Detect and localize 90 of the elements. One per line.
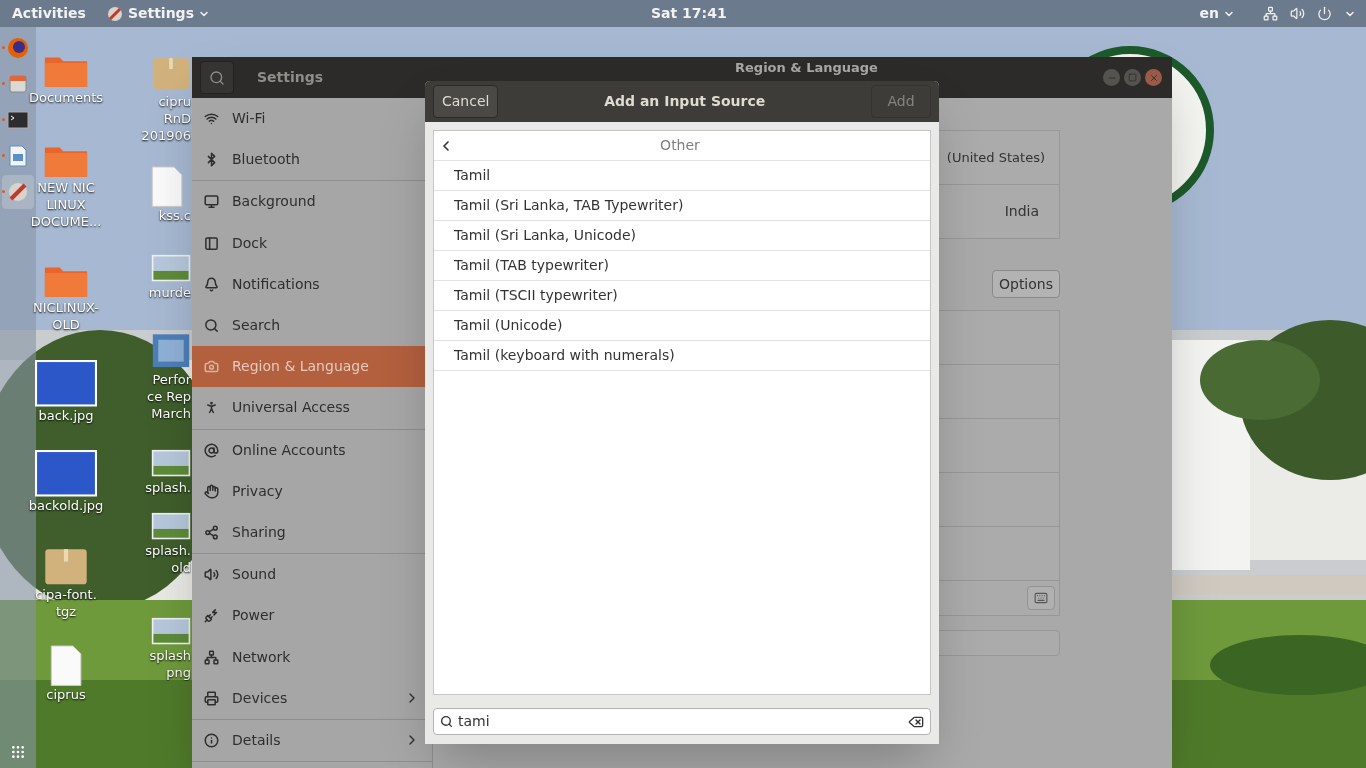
desktop-icon-label: splash. <box>145 479 191 497</box>
sidebar-item-icon <box>204 318 219 334</box>
desktop-icon[interactable]: backold.jpg <box>26 450 106 514</box>
sidebar-item-icon <box>204 567 219 583</box>
input-source-item[interactable]: Tamil (Unicode) <box>434 311 930 341</box>
sidebar-item-icon <box>204 649 219 665</box>
sidebar-item-icon <box>204 524 219 540</box>
desktop-icon[interactable]: Perfor ce Rep March <box>134 330 191 423</box>
apps-grid-icon[interactable] <box>10 744 26 760</box>
desktop-icon-label: splash. <box>145 542 191 560</box>
input-source-item[interactable]: Tamil (TSCII typewriter) <box>434 281 930 311</box>
dock-app-button[interactable] <box>2 175 34 209</box>
desktop-icon-label: Documents <box>28 88 104 106</box>
desktop-icon-label: murde <box>148 284 191 302</box>
input-source-item[interactable]: Tamil (Sri Lanka, TAB Typewriter) <box>434 191 930 221</box>
keyboard-icon <box>1034 591 1048 605</box>
desktop-icon-label: splash <box>149 647 191 665</box>
volume-icon[interactable] <box>1290 6 1305 21</box>
desktop-icon[interactable]: splash. <box>134 447 191 497</box>
input-source-item[interactable]: Tamil (keyboard with numerals) <box>434 341 930 371</box>
formats-value[interactable]: India <box>1004 201 1039 222</box>
browser-icon <box>7 37 29 59</box>
sidebar-item-icon <box>204 483 219 499</box>
desktop-icon-label: March <box>151 405 191 423</box>
desktop-icon[interactable]: splash png <box>134 615 191 682</box>
minimize-button[interactable] <box>1103 69 1120 86</box>
sidebar-item-icon <box>204 276 219 292</box>
desktop-icon-label: back.jpg <box>38 406 94 424</box>
close-icon <box>1148 72 1159 83</box>
network-icon[interactable] <box>1263 6 1278 21</box>
file-icon <box>151 166 184 208</box>
input-source-item[interactable]: Tamil <box>434 161 930 191</box>
sidebar-item-icon <box>204 194 219 210</box>
desktop-icon-label: tgz <box>55 603 77 621</box>
image-thumbnail-icon <box>35 450 97 497</box>
keyboard-layout-label: en <box>1199 4 1219 23</box>
desktop-icon-label: ce Rep <box>147 388 191 406</box>
list-back-row[interactable]: Other <box>434 131 930 161</box>
desktop-icon-label: NEW NIC <box>37 178 95 196</box>
sidebar-item-icon <box>204 235 219 251</box>
maximize-button[interactable] <box>1124 69 1141 86</box>
document-icon <box>9 145 27 167</box>
desktop-icon-label: OLD <box>52 315 80 333</box>
maximize-icon <box>1128 73 1137 82</box>
sidebar-item-icon <box>204 111 219 127</box>
input-source-item[interactable]: Tamil (TAB typewriter) <box>434 251 930 281</box>
app-menu[interactable]: Settings <box>105 3 210 24</box>
language-value[interactable]: (United States) <box>946 147 1045 168</box>
desktop-icon-label: NICLINUX- <box>33 298 99 316</box>
settings-app-icon <box>6 180 30 204</box>
file-icon <box>49 645 83 687</box>
sidebar-item-icon <box>204 442 219 458</box>
settings-app-icon <box>105 4 124 23</box>
file-cabinet-icon <box>8 74 28 94</box>
desktop-icon-label: DOCUME... <box>30 212 102 230</box>
desktop-icon-label: LINUX <box>46 195 86 213</box>
keyboard-button[interactable] <box>1027 586 1055 610</box>
sidebar-item-icon <box>204 359 219 375</box>
options-button[interactable]: Options <box>991 270 1060 298</box>
search-icon <box>440 715 453 728</box>
search-field[interactable]: tami <box>433 708 931 735</box>
page-title: Region & Language <box>735 59 878 76</box>
clock[interactable]: Sat 17:41 <box>651 3 727 24</box>
image-thumbnail-icon <box>35 360 97 407</box>
close-button[interactable] <box>1145 69 1162 86</box>
sidebar-item-icon <box>204 732 219 748</box>
input-source-item[interactable]: Tamil (Sri Lanka, Unicode) <box>434 221 930 251</box>
desktop-icon[interactable]: ciprus <box>26 645 106 704</box>
desktop-icon-label: png <box>166 664 191 682</box>
desktop-icon-label: backold.jpg <box>28 496 104 514</box>
desktop-icon-label: kss.c <box>158 207 191 225</box>
search-icon <box>209 69 225 86</box>
sidebar-item-icon <box>204 400 219 416</box>
window-title: Settings <box>257 68 324 87</box>
desktop-icon[interactable]: back.jpg <box>26 360 106 424</box>
keyboard-layout-menu[interactable]: en <box>1199 3 1235 24</box>
dialog-title: Add an Input Source <box>603 92 767 111</box>
app-menu-label: Settings <box>127 4 194 23</box>
power-icon[interactable] <box>1317 6 1332 21</box>
search-button[interactable] <box>200 61 234 94</box>
desktop-icon-label: ciprus <box>46 686 86 704</box>
sidebar-item-icon <box>204 608 219 624</box>
desktop-icon-label: Perfor <box>152 371 191 389</box>
desktop-icon-label: RnD <box>163 110 191 128</box>
sidebar-item-icon <box>204 690 219 706</box>
cancel-button[interactable]: Cancel <box>433 85 499 118</box>
activities-button[interactable]: Activities <box>0 3 98 24</box>
terminal-icon <box>7 111 29 129</box>
desktop-icon-label: 201906 <box>141 127 191 145</box>
desktop-icon-label: cipru <box>158 93 191 111</box>
